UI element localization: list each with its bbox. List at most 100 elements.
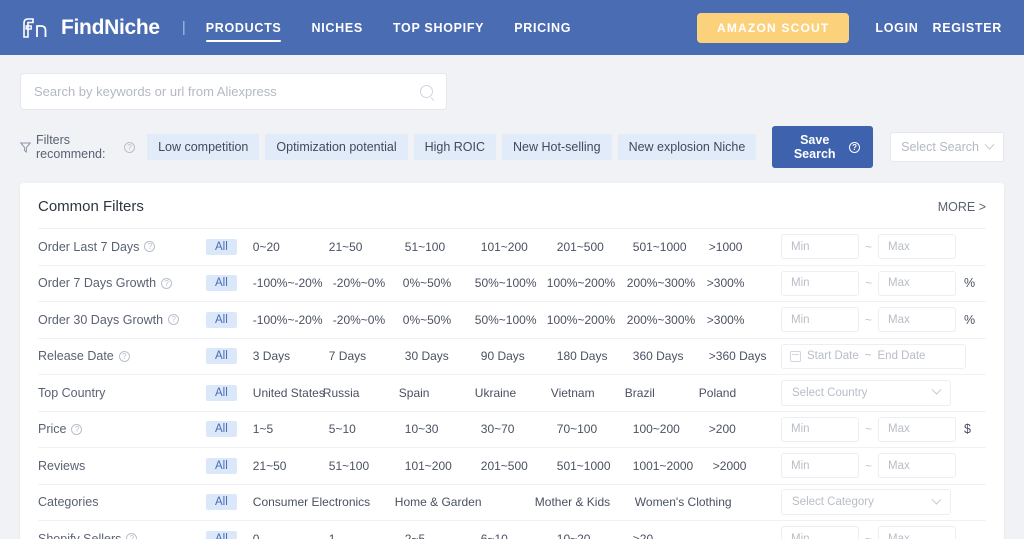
filter-option-russia[interactable]: Russia	[323, 386, 399, 400]
help-icon-order-30-days-growth[interactable]: ?	[168, 314, 180, 326]
filter-option-home-garden[interactable]: Home & Garden	[395, 495, 535, 509]
register-link[interactable]: REGISTER	[933, 21, 1003, 35]
help-icon-shopify-sellers[interactable]: ?	[126, 533, 138, 539]
filter-option-30-days[interactable]: 30 Days	[405, 349, 481, 363]
filter-option-all[interactable]: All	[206, 311, 237, 328]
filter-option-51-100[interactable]: 51~100	[329, 459, 405, 473]
filter-option-90-days[interactable]: 90 Days	[481, 349, 557, 363]
filter-option-101-200[interactable]: 101~200	[481, 240, 557, 254]
filter-option-all[interactable]: All	[206, 275, 237, 292]
help-icon-order-last-7-days[interactable]: ?	[144, 241, 156, 253]
help-icon-release-date[interactable]: ?	[118, 350, 130, 362]
min-input-price[interactable]: Min	[781, 416, 859, 442]
rec-chip-optimization-potential[interactable]: Optimization potential	[265, 134, 408, 160]
filter-option-all[interactable]: All	[206, 348, 237, 365]
filter-option-all[interactable]: All	[206, 530, 237, 539]
help-icon-filters-recommend[interactable]: ?	[124, 141, 136, 153]
filter-option-100-200[interactable]: 100%~200%	[547, 313, 627, 327]
filter-option-united-states[interactable]: United States	[253, 386, 325, 400]
filter-option-200-300[interactable]: 200%~300%	[627, 276, 707, 290]
min-input-order-30-days-growth[interactable]: Min	[781, 307, 859, 333]
filter-option-0-50[interactable]: 0%~50%	[403, 276, 475, 290]
help-icon-order-7-days-growth[interactable]: ?	[161, 277, 173, 289]
filter-option-all[interactable]: All	[206, 494, 237, 511]
filter-option-3-days[interactable]: 3 Days	[253, 349, 329, 363]
filter-option-200-300[interactable]: 200%~300%	[627, 313, 707, 327]
save-search-button[interactable]: Save Search ?	[772, 126, 874, 168]
filter-option-20[interactable]: >20	[633, 532, 693, 539]
nav-item-pricing[interactable]: PRICING	[514, 0, 571, 55]
nav-item-products[interactable]: PRODUCTS	[205, 0, 282, 55]
filter-option-1001-2000[interactable]: 1001~2000	[633, 459, 713, 473]
nav-item-niches[interactable]: NICHES	[311, 0, 362, 55]
filter-option-180-days[interactable]: 180 Days	[557, 349, 633, 363]
search-box[interactable]	[20, 73, 447, 110]
filter-option-201-500[interactable]: 201~500	[481, 459, 557, 473]
filter-option-0-50[interactable]: 0%~50%	[403, 313, 475, 327]
filter-option-360-days[interactable]: >360 Days	[709, 349, 769, 363]
filter-option-50-100[interactable]: 50%~100%	[475, 276, 547, 290]
max-input-order-last-7-days[interactable]: Max	[878, 234, 957, 260]
min-input-shopify-sellers[interactable]: Min	[781, 526, 859, 539]
more-link[interactable]: MORE >	[938, 200, 986, 214]
filter-option-7-days[interactable]: 7 Days	[329, 349, 405, 363]
min-input-order-7-days-growth[interactable]: Min	[781, 270, 859, 296]
help-icon-price[interactable]: ?	[71, 423, 83, 435]
filter-option-100-200[interactable]: 100~200	[633, 422, 709, 436]
filter-option-all[interactable]: All	[206, 238, 237, 255]
filter-option-200[interactable]: >200	[709, 422, 769, 436]
filter-option-30-70[interactable]: 30~70	[481, 422, 557, 436]
filter-option-10-20[interactable]: 10~20	[557, 532, 633, 539]
filter-option-10-30[interactable]: 10~30	[405, 422, 481, 436]
filter-option-100-200[interactable]: 100%~200%	[547, 276, 627, 290]
filter-option-100-20[interactable]: -100%~-20%	[253, 313, 333, 327]
rec-chip-new-explosion-niche[interactable]: New explosion Niche	[617, 134, 757, 160]
filter-option-21-50[interactable]: 21~50	[329, 240, 405, 254]
filter-option-101-200[interactable]: 101~200	[405, 459, 481, 473]
search-icon[interactable]	[420, 85, 433, 98]
filter-option-70-100[interactable]: 70~100	[557, 422, 633, 436]
filter-option-0[interactable]: 0	[253, 532, 329, 539]
filter-option-300[interactable]: >300%	[707, 276, 767, 290]
filter-option-20-0[interactable]: -20%~0%	[333, 313, 403, 327]
filter-option-1000[interactable]: >1000	[709, 240, 769, 254]
filter-option-vietnam[interactable]: Vietnam	[551, 386, 625, 400]
nav-item-top-shopify[interactable]: TOP SHOPIFY	[393, 0, 484, 55]
filter-option-brazil[interactable]: Brazil	[625, 386, 699, 400]
max-input-order-30-days-growth[interactable]: Max	[878, 307, 957, 333]
login-link[interactable]: LOGIN	[875, 21, 918, 35]
filter-option-women-s-clothing[interactable]: Women's Clothing	[635, 495, 755, 509]
rec-chip-new-hot-selling[interactable]: New Hot-selling	[502, 134, 612, 160]
filter-option-2000[interactable]: >2000	[713, 459, 773, 473]
amazon-scout-button[interactable]: AMAZON SCOUT	[697, 12, 850, 43]
filter-option-100-20[interactable]: -100%~-20%	[253, 276, 333, 290]
filter-option-poland[interactable]: Poland	[699, 386, 759, 400]
filter-option-51-100[interactable]: 51~100	[405, 240, 481, 254]
select-search-dropdown[interactable]: Select Search	[890, 132, 1004, 162]
date-range-picker[interactable]: Start Date ~ End Date	[781, 343, 966, 369]
filter-option-201-500[interactable]: 201~500	[557, 240, 633, 254]
min-input-order-last-7-days[interactable]: Min	[781, 234, 859, 260]
logo[interactable]: FindNiche	[22, 16, 160, 40]
rec-chip-high-roic[interactable]: High ROIC	[413, 134, 497, 160]
filter-option-2-5[interactable]: 2~5	[405, 532, 481, 539]
filter-option-1-5[interactable]: 1~5	[253, 422, 329, 436]
filter-option-all[interactable]: All	[206, 384, 237, 401]
min-input-reviews[interactable]: Min	[781, 453, 859, 479]
rec-chip-low-competition[interactable]: Low competition	[147, 134, 260, 160]
search-input[interactable]	[34, 84, 420, 99]
filter-option-6-10[interactable]: 6~10	[481, 532, 557, 539]
max-input-price[interactable]: Max	[878, 416, 957, 442]
max-input-shopify-sellers[interactable]: Max	[878, 526, 957, 539]
filter-option-spain[interactable]: Spain	[399, 386, 475, 400]
filter-option-1[interactable]: 1	[329, 532, 405, 539]
filter-option-300[interactable]: >300%	[707, 313, 767, 327]
select-categories[interactable]: Select Category	[781, 489, 951, 516]
max-input-reviews[interactable]: Max	[878, 453, 957, 479]
filter-option-21-50[interactable]: 21~50	[253, 459, 329, 473]
filter-option-50-100[interactable]: 50%~100%	[475, 313, 547, 327]
filter-option-501-1000[interactable]: 501~1000	[557, 459, 633, 473]
filter-option-all[interactable]: All	[206, 457, 237, 474]
select-top-country[interactable]: Select Country	[781, 379, 951, 406]
filter-option-360-days[interactable]: 360 Days	[633, 349, 709, 363]
